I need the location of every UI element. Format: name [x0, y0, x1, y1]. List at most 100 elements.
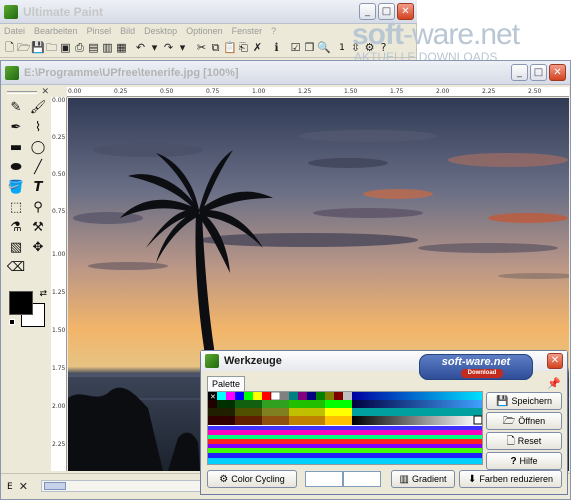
cut-icon[interactable]: ✂: [195, 40, 208, 55]
menu-optionen[interactable]: Optionen: [186, 26, 223, 36]
app-logo-icon: [4, 4, 18, 19]
fill-bucket-tool-icon[interactable]: 🪣: [6, 179, 26, 197]
redo-dropdown-icon[interactable]: ▾: [176, 40, 189, 55]
paste-icon[interactable]: 📋: [223, 40, 237, 55]
werkzeuge-close-button[interactable]: ✕: [547, 353, 563, 369]
document-icon: [5, 65, 19, 80]
color-cycling-button[interactable]: ⚙ Color Cycling: [207, 470, 297, 488]
color-swatches: ⇄: [7, 289, 47, 329]
print-icon[interactable]: ⎙: [73, 40, 86, 55]
tab-palette[interactable]: Palette: [207, 376, 246, 391]
gradient-tool-icon[interactable]: ▧: [6, 239, 26, 257]
horizontal-scrollbar[interactable]: [41, 480, 201, 492]
grip-handle[interactable]: [7, 90, 37, 94]
document-title: E:\Programme\UPfree\tenerife.jpg [100%]: [24, 66, 239, 79]
menu-fenster[interactable]: Fenster: [232, 26, 263, 36]
copy-icon[interactable]: ⧉: [209, 40, 222, 55]
save-as-icon[interactable]: ▣: [59, 40, 72, 55]
swap-colors-icon[interactable]: ⇄: [39, 289, 47, 299]
scan-icon[interactable]: ▥: [101, 40, 114, 55]
move-tool-icon[interactable]: ✥: [28, 239, 48, 257]
text-tool-icon[interactable]: T: [28, 179, 48, 197]
undo-dropdown-icon[interactable]: ▾: [148, 40, 161, 55]
reset-colors-icon[interactable]: [9, 319, 15, 325]
palette-gradient-bands[interactable]: [208, 426, 482, 464]
open-recent-icon[interactable]: 🗀: [45, 40, 58, 55]
new-file-icon[interactable]: 🗋: [3, 40, 16, 55]
tool-grid: ✎ 🖌 ✒ ⌇ ▬ ◯ ⬬ ╱ 🪣 T ⬚ ⚲ ⚗ ⚒ ▧ ✥ ⌫: [5, 97, 51, 279]
filled-ellipse-tool-icon[interactable]: ⬬: [6, 159, 26, 177]
reset-icon: 🗋: [506, 436, 515, 447]
tool-palette-close-icon[interactable]: ✕: [41, 87, 49, 97]
hammer-tool-icon[interactable]: ⚒: [28, 219, 48, 237]
maximize-button[interactable]: □: [378, 3, 395, 20]
pencil-tool-icon[interactable]: ✎: [6, 99, 26, 117]
help-button[interactable]: ? Hilfe: [486, 452, 562, 470]
windows-icon[interactable]: ❐: [303, 40, 316, 55]
pen-tool-icon[interactable]: ✒: [6, 119, 26, 137]
zoom-icon[interactable]: 🔍: [317, 40, 331, 55]
reduce-colors-button[interactable]: ⬇ Farben reduzieren: [459, 470, 562, 488]
info-icon[interactable]: ℹ: [270, 40, 283, 55]
minimize-button[interactable]: _: [359, 3, 376, 20]
menu-bearbeiten[interactable]: Bearbeiten: [34, 26, 78, 36]
menu-datei[interactable]: Datei: [4, 26, 25, 36]
redo-icon[interactable]: ↷: [162, 40, 175, 55]
cycling-end-field[interactable]: [343, 471, 381, 487]
zoom-stepper-icon[interactable]: ⇳: [349, 40, 362, 55]
vruler-label: 2.25: [52, 441, 66, 448]
save-button[interactable]: 💾 Speichern: [486, 392, 562, 410]
help-icon[interactable]: ?: [377, 40, 390, 55]
document-close-button[interactable]: ✕: [549, 64, 566, 81]
open-folder-icon[interactable]: 🗁: [17, 40, 31, 55]
settings-icon[interactable]: ⚙: [363, 40, 376, 55]
brush-tool-icon[interactable]: 🖌: [28, 99, 48, 117]
help-icon: ?: [510, 456, 517, 467]
tool-palette-header[interactable]: ✕: [5, 87, 51, 97]
eraser-tool-icon[interactable]: ⌫: [6, 259, 26, 277]
menu-help[interactable]: ?: [271, 26, 276, 36]
stamp-tool-icon[interactable]: ⚲: [28, 199, 48, 217]
menu-desktop[interactable]: Desktop: [144, 26, 177, 36]
save-icon[interactable]: 💾: [31, 40, 45, 55]
werkzeuge-title: Werkzeuge: [224, 355, 282, 367]
eyedropper-tool-icon[interactable]: ⚗: [6, 219, 26, 237]
print-preview-icon[interactable]: ▤: [87, 40, 100, 55]
selection-tool-icon[interactable]: ⬚: [6, 199, 26, 217]
document-minimize-button[interactable]: _: [511, 64, 528, 81]
undo-icon[interactable]: ↶: [134, 40, 147, 55]
screen: Ultimate Paint _ □ ✕ Datei Bearbeiten Pi…: [0, 0, 571, 500]
gradient-icon: ▥: [399, 474, 409, 485]
open-button[interactable]: 🗁 Öffnen: [486, 412, 562, 430]
ellipse-tool-icon[interactable]: ◯: [28, 139, 48, 157]
zoom-level[interactable]: 1: [336, 43, 348, 53]
document-titlebar[interactable]: E:\Programme\UPfree\tenerife.jpg [100%] …: [1, 61, 570, 85]
properties-icon[interactable]: ☑: [289, 40, 302, 55]
app-titlebar[interactable]: Ultimate Paint _ □ ✕: [0, 0, 417, 24]
vruler-label: 0.50: [52, 171, 66, 178]
werkzeuge-logo-text: soft-ware.net: [441, 356, 511, 368]
foreground-color-swatch[interactable]: [9, 291, 33, 315]
menu-pinsel[interactable]: Pinsel: [87, 26, 112, 36]
cycling-start-field[interactable]: [305, 471, 343, 487]
airbrush-tool-icon[interactable]: ⌇: [28, 119, 48, 137]
line-tool-icon[interactable]: ╱: [28, 159, 48, 177]
paste-new-icon[interactable]: ⎗: [237, 40, 250, 55]
export-icon[interactable]: ▦: [115, 40, 128, 55]
vertical-ruler: 0.00 0.25 0.50 0.75 1.00 1.25 1.50 1.75 …: [51, 97, 67, 471]
reset-button[interactable]: 🗋 Reset: [486, 432, 562, 450]
pin-icon[interactable]: 📌: [547, 377, 561, 390]
color-palette[interactable]: ✕: [207, 391, 483, 465]
document-maximize-button[interactable]: □: [530, 64, 547, 81]
gradient-button[interactable]: ▥ Gradient: [391, 470, 455, 488]
rectangle-tool-icon[interactable]: ▬: [6, 139, 26, 157]
vruler-label: 0.00: [52, 97, 66, 104]
document-window-controls: _ □ ✕: [511, 64, 566, 81]
menu-bild[interactable]: Bild: [120, 26, 135, 36]
scrollbar-thumb[interactable]: [44, 482, 66, 490]
delete-icon[interactable]: ✗: [251, 40, 264, 55]
save-icon: 💾: [496, 396, 509, 407]
close-button[interactable]: ✕: [397, 3, 414, 20]
palette-grid[interactable]: [208, 392, 482, 425]
status-close-icon[interactable]: ✕: [19, 480, 28, 493]
